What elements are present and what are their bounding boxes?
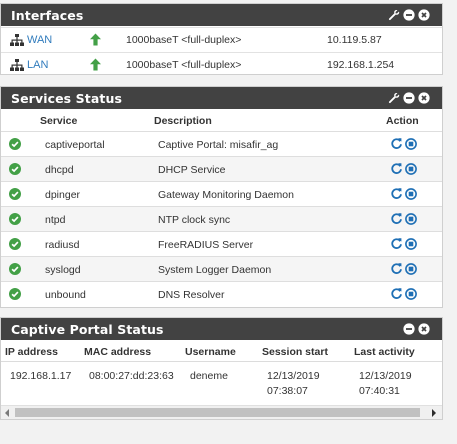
service-description: DHCP Service [158,164,226,176]
service-description: DNS Resolver [158,289,225,301]
captive-table-header: IP address MAC address Username Session … [1,340,442,362]
restart-icon[interactable] [390,237,403,250]
service-description: Gateway Monitoring Daemon [158,189,294,201]
service-name: dhcpd [45,164,74,176]
services-title: Services Status [11,90,122,106]
restart-icon[interactable] [390,262,403,275]
column-mac-address: MAC address [84,346,152,358]
stop-circle-icon[interactable] [405,263,417,275]
stop-circle-icon[interactable] [405,163,417,175]
minus-circle-icon[interactable] [403,92,415,104]
check-circle-icon [9,163,21,175]
service-name: syslogd [45,264,81,276]
interface-ip: 192.168.1.254 [327,58,395,71]
minus-circle-icon[interactable] [403,323,415,335]
check-circle-icon [9,238,21,250]
captive-portal-widget: Captive Portal Status IP address MAC add… [0,317,443,420]
restart-icon[interactable] [390,187,403,200]
service-description: Captive Portal: misafir_ag [158,139,279,151]
captive-header: Captive Portal Status [1,318,442,340]
services-table-header: Service Description Action [1,109,442,131]
interfaces-header: Interfaces [1,4,442,26]
interfaces-title: Interfaces [11,7,84,23]
restart-icon[interactable] [390,137,403,150]
service-name: unbound [45,289,86,301]
table-row: radiusd FreeRADIUS Server [1,231,442,256]
close-circle-icon[interactable] [418,9,430,21]
session-ip: 192.168.1.17 [10,370,72,382]
minus-circle-icon[interactable] [403,9,415,21]
session-username: deneme [190,370,228,382]
column-last-activity: Last activity [354,346,415,358]
stop-circle-icon[interactable] [405,288,417,300]
stop-circle-icon[interactable] [405,138,417,150]
interface-name-link[interactable]: WAN [27,34,52,46]
column-service: Service [40,115,78,127]
interface-row-lan: LAN 1000baseT <full-duplex> 192.168.1.25… [1,52,442,76]
close-circle-icon[interactable] [418,323,430,335]
session-last-date: 12/13/2019 [359,370,412,382]
check-circle-icon [9,138,21,150]
scroll-left-arrow-icon[interactable] [5,409,9,417]
interface-ip: 10.119.5.87 [327,33,382,46]
table-row: ntpd NTP clock sync [1,206,442,231]
network-icon [10,59,24,71]
horizontal-scrollbar[interactable] [1,405,442,419]
table-row: 192.168.1.17 08:00:27:dd:23:63 deneme 12… [1,364,442,404]
column-description: Description [154,115,212,127]
table-row: dhcpd DHCP Service [1,156,442,181]
session-start-date: 12/13/2019 [267,370,320,382]
network-icon [10,34,24,46]
table-row: captiveportal Captive Portal: misafir_ag [1,131,442,156]
services-status-widget: Services Status Service Description Acti… [0,86,443,308]
stop-circle-icon[interactable] [405,188,417,200]
interface-name-link[interactable]: LAN [27,59,48,71]
restart-icon[interactable] [390,287,403,300]
arrow-up-icon [90,33,101,46]
restart-icon[interactable] [390,162,403,175]
service-name: ntpd [45,214,66,226]
close-circle-icon[interactable] [418,92,430,104]
interface-media: 1000baseT <full-duplex> [126,33,242,46]
wrench-icon[interactable] [388,9,400,21]
service-description: FreeRADIUS Server [158,239,254,251]
session-start-time: 07:38:07 [267,385,308,397]
column-action: Action [386,115,419,127]
table-row: dpinger Gateway Monitoring Daemon [1,181,442,206]
scroll-right-arrow-icon[interactable] [432,409,436,417]
stop-circle-icon[interactable] [405,213,417,225]
column-username: Username [185,346,236,358]
wrench-icon[interactable] [388,92,400,104]
captive-title: Captive Portal Status [11,321,164,337]
interface-media: 1000baseT <full-duplex> [126,58,242,71]
check-circle-icon [9,213,21,225]
service-name: captiveportal [45,139,105,151]
services-header: Services Status [1,87,442,109]
check-circle-icon [9,188,21,200]
column-session-start: Session start [262,346,328,358]
service-description: System Logger Daemon [158,264,272,276]
stop-circle-icon[interactable] [405,238,417,250]
check-circle-icon [9,288,21,300]
session-mac: 08:00:27:dd:23:63 [89,370,174,382]
scroll-thumb[interactable] [15,408,420,417]
interface-row-wan: WAN 1000baseT <full-duplex> 10.119.5.87 [1,27,442,51]
service-description: NTP clock sync [158,214,231,226]
column-ip-address: IP address [5,346,58,358]
check-circle-icon [9,263,21,275]
service-name: dpinger [45,189,81,201]
table-row: syslogd System Logger Daemon [1,256,442,281]
arrow-up-icon [90,58,101,71]
restart-icon[interactable] [390,212,403,225]
service-name: radiusd [45,239,80,251]
table-row: unbound DNS Resolver [1,281,442,306]
session-last-time: 07:40:31 [359,385,400,397]
interfaces-widget: Interfaces WAN 1000baseT <full-duplex> 1… [0,3,443,75]
